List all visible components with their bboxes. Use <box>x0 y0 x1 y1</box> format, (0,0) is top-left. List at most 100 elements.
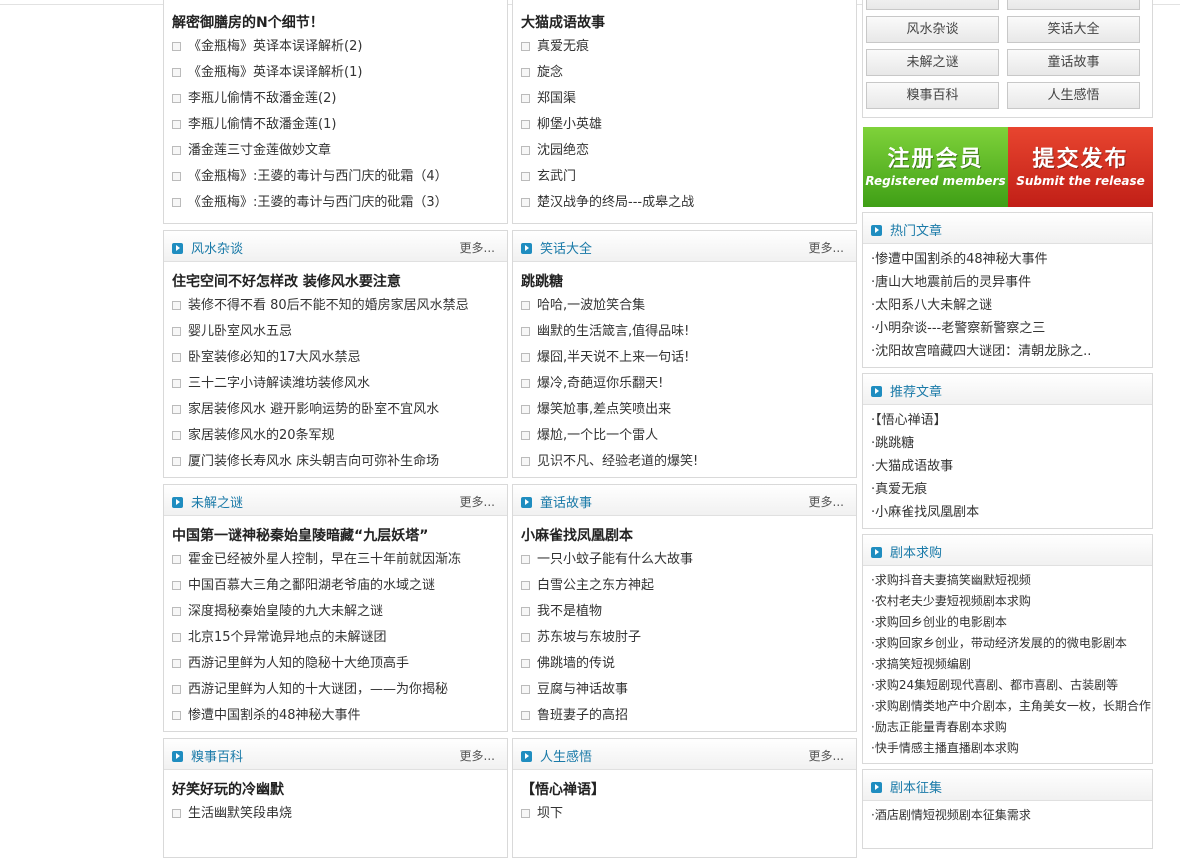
list-item[interactable]: ·太阳系八大未解之谜 <box>871 294 1152 317</box>
list-item[interactable]: ·励志正能量青春剧本求购 <box>871 717 1152 738</box>
list-item[interactable]: 家居装修风水 避开影响运势的卧室不宜风水 <box>164 397 507 423</box>
list-item[interactable]: 李瓶儿偷情不敌潘金莲(1) <box>164 112 507 138</box>
list-item[interactable]: 沈园绝恋 <box>513 138 856 164</box>
list-item[interactable]: 哈哈,一波尬笑合集 <box>513 293 856 319</box>
category-button-jokes[interactable]: 笑话大全 <box>1007 16 1140 43</box>
list-item[interactable]: ·求购剧情类地产中介剧本，主角美女一枚，长期合作 <box>871 696 1152 717</box>
feature-title[interactable]: 跳跳糖 <box>521 271 856 290</box>
list-item[interactable]: 柳堡小英雄 <box>513 112 856 138</box>
list-item[interactable]: 潘金莲三寸金莲做妙文章 <box>164 138 507 164</box>
list-item[interactable]: 我不是植物 <box>513 599 856 625</box>
list-item[interactable]: ·快手情感主播直播剧本求购 <box>871 738 1152 759</box>
list-item[interactable]: 坝下 <box>513 801 856 827</box>
panel-title[interactable]: 未解之谜 <box>191 496 243 511</box>
category-button-fengshui[interactable]: 风水杂谈 <box>866 16 999 43</box>
list-item[interactable]: ·【悟心禅语】 <box>871 409 1152 432</box>
list-item[interactable]: 玄武门 <box>513 164 856 190</box>
list-item[interactable]: ·求搞笑短视频编剧 <box>871 654 1152 675</box>
more-link[interactable]: 更多... <box>809 239 844 256</box>
feature-title[interactable]: 解密御膳房的N个细节！ <box>172 12 507 31</box>
list-item[interactable]: ·求购抖音夫妻搞笑幽默短视频 <box>871 570 1152 591</box>
more-link[interactable]: 更多... <box>460 239 495 256</box>
list-item[interactable]: 佛跳墙的传说 <box>513 651 856 677</box>
panel-title[interactable]: 童话故事 <box>540 496 592 511</box>
list-item[interactable]: 家居装修风水的20条军规 <box>164 423 507 449</box>
list-item[interactable]: 爆囧,半天说不上来一句话! <box>513 345 856 371</box>
more-link[interactable]: 更多... <box>809 747 844 764</box>
list-item[interactable]: 《金瓶梅》:王婆的毒计与西门庆的砒霜（3） <box>164 190 507 216</box>
submit-banner[interactable]: 提交发布 Submit the release <box>1008 127 1153 207</box>
panel-title[interactable]: 风水杂谈 <box>191 242 243 257</box>
list-item[interactable]: 中国百慕大三角之鄱阳湖老爷庙的水域之谜 <box>164 573 507 599</box>
feature-title[interactable]: 大猫成语故事 <box>521 12 856 31</box>
list-item[interactable]: ·跳跳糖 <box>871 432 1152 455</box>
list-item[interactable]: 李瓶儿偷情不敌潘金莲(2) <box>164 86 507 112</box>
feature-title[interactable]: 【悟心禅语】 <box>521 779 856 798</box>
list-item[interactable]: ·真爱无痕 <box>871 478 1152 501</box>
list-item[interactable]: 《金瓶梅》英译本误译解析(1) <box>164 60 507 86</box>
list-item[interactable]: 《金瓶梅》英译本误译解析(2) <box>164 34 507 60</box>
list-item[interactable]: 真爱无痕 <box>513 34 856 60</box>
list-item[interactable]: 卧室装修必知的17大风水禁忌 <box>164 345 507 371</box>
panel-jokes: 笑话大全 更多... 跳跳糖 哈哈,一波尬笑合集 幽默的生活箴言,值得品味! 爆… <box>512 230 857 478</box>
register-banner[interactable]: 注册会员 Registered members <box>863 127 1008 207</box>
more-link[interactable]: 更多... <box>809 493 844 510</box>
list-item[interactable]: 北京15个异常诡异地点的未解谜团 <box>164 625 507 651</box>
list-item[interactable]: 生活幽默笑段串烧 <box>164 801 507 827</box>
list-item[interactable]: ·沈阳故宫暗藏四大谜团：清朝龙脉之.. <box>871 340 1152 363</box>
list-item[interactable]: 装修不得不看 80后不能不知的婚房家居风水禁忌 <box>164 293 507 319</box>
list-item[interactable]: 深度揭秘秦始皇陵的九大未解之谜 <box>164 599 507 625</box>
list-item[interactable]: 西游记里鲜为人知的隐秘十大绝顶高手 <box>164 651 507 677</box>
more-link[interactable]: 更多... <box>460 747 495 764</box>
category-button-mysteries[interactable]: 未解之谜 <box>866 49 999 76</box>
list-item[interactable]: 苏东坡与东坡肘子 <box>513 625 856 651</box>
list-item[interactable]: 幽默的生活箴言,值得品味! <box>513 319 856 345</box>
list-item[interactable]: 郑国渠 <box>513 86 856 112</box>
list-item[interactable]: 鲁班妻子的高招 <box>513 703 856 729</box>
category-button-life[interactable]: 人生感悟 <box>1007 82 1140 109</box>
feature-title[interactable]: 中国第一谜神秘秦始皇陵暗藏“九层妖塔” <box>172 525 507 544</box>
list-item[interactable]: 爆笑尬事,差点笑喷出来 <box>513 397 856 423</box>
list-item[interactable]: ·惨遭中国割杀的48神秘大事件 <box>871 248 1152 271</box>
list-item[interactable]: ·小明杂谈---老警察新警察之三 <box>871 317 1152 340</box>
list-item[interactable]: 豆腐与神话故事 <box>513 677 856 703</box>
list-item[interactable]: 《金瓶梅》:王婆的毒计与西门庆的砒霜（4） <box>164 164 507 190</box>
category-button-partial[interactable] <box>1007 0 1140 10</box>
article-list: 装修不得不看 80后不能不知的婚房家居风水禁忌 婴儿卧室风水五忌 卧室装修必知的… <box>164 293 507 475</box>
list-item[interactable]: 楚汉战争的终局---成皋之战 <box>513 190 856 216</box>
list-item[interactable]: 三十二字小诗解读潍坊装修风水 <box>164 371 507 397</box>
list-item[interactable]: ·农村老夫少妻短视频剧本求购 <box>871 591 1152 612</box>
list-item[interactable]: 白雪公主之东方神起 <box>513 573 856 599</box>
list-item[interactable]: 一只小蚊子能有什么大故事 <box>513 547 856 573</box>
feature-title[interactable]: 小麻雀找凤凰剧本 <box>521 525 856 544</box>
list-item[interactable]: ·求购回家乡创业，带动经济发展的的微电影剧本 <box>871 633 1152 654</box>
panel-title[interactable]: 人生感悟 <box>540 750 592 765</box>
list-item[interactable]: 爆尬,一个比一个雷人 <box>513 423 856 449</box>
list-item[interactable]: 婴儿卧室风水五忌 <box>164 319 507 345</box>
panel-title[interactable]: 笑话大全 <box>540 242 592 257</box>
feature-title[interactable]: 好笑好玩的冷幽默 <box>172 779 507 798</box>
list-item[interactable]: ·求购24集短剧现代喜剧、都市喜剧、古装剧等 <box>871 675 1152 696</box>
category-button-partial[interactable] <box>866 0 999 10</box>
list-item[interactable]: ·小麻雀找凤凰剧本 <box>871 501 1152 524</box>
more-link[interactable]: 更多... <box>460 493 495 510</box>
list-item[interactable]: ·唐山大地震前后的灵异事件 <box>871 271 1152 294</box>
arrow-icon <box>521 497 532 508</box>
list-item[interactable]: ·求购回乡创业的电影剧本 <box>871 612 1152 633</box>
list-item[interactable]: 霍金已经被外星人控制，早在三十年前就因渐冻 <box>164 547 507 573</box>
list-item[interactable]: 厦门装修长寿风水 床头朝吉向可弥补生命场 <box>164 449 507 475</box>
list-item[interactable]: ·大猫成语故事 <box>871 455 1152 478</box>
recommended-list: ·【悟心禅语】 ·跳跳糖 ·大猫成语故事 ·真爱无痕 ·小麻雀找凤凰剧本 <box>863 409 1152 524</box>
article-list: 真爱无痕 旋念 郑国渠 柳堡小英雄 沈园绝恋 玄武门 楚汉战争的终局---成皋之… <box>513 34 856 216</box>
list-item[interactable]: 惨遭中国割杀的48神秘大事件 <box>164 703 507 729</box>
panel-title: 剧本征集 <box>890 781 943 796</box>
panel-title[interactable]: 糗事百科 <box>191 750 243 765</box>
list-item[interactable]: 旋念 <box>513 60 856 86</box>
list-item[interactable]: 见识不凡、经验老道的爆笑! <box>513 449 856 475</box>
category-button-fairytales[interactable]: 童话故事 <box>1007 49 1140 76</box>
article-list: 生活幽默笑段串烧 <box>164 801 507 827</box>
list-item[interactable]: 西游记里鲜为人知的十大谜团，——为你揭秘 <box>164 677 507 703</box>
list-item[interactable]: 爆冷,奇葩逗你乐翻天! <box>513 371 856 397</box>
category-button-embarrassing[interactable]: 糗事百科 <box>866 82 999 109</box>
feature-title[interactable]: 住宅空间不好怎样改 装修风水要注意 <box>172 271 507 290</box>
